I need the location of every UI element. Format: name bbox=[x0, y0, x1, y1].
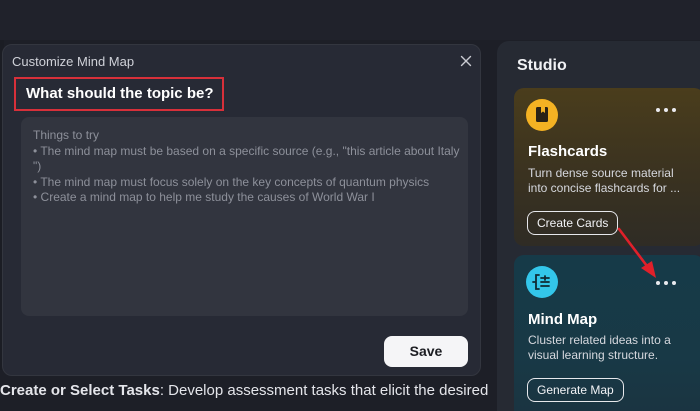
close-icon bbox=[460, 55, 472, 67]
flashcards-title: Flashcards bbox=[528, 143, 608, 160]
mind-map-icon bbox=[526, 266, 558, 298]
dialog-title: Customize Mind Map bbox=[12, 54, 135, 69]
background-text-rest: : Develop assessment tasks that elicit t… bbox=[159, 382, 489, 399]
placeholder-line: • Create a mind map to help me study the… bbox=[33, 190, 375, 204]
topic-question-label: What should the topic be? bbox=[26, 85, 214, 102]
close-button[interactable] bbox=[458, 53, 474, 69]
placeholder-line: ") bbox=[33, 159, 42, 173]
background-text-bold: Create or Select Tasks bbox=[0, 382, 160, 399]
placeholder-line: Things to try bbox=[33, 128, 100, 142]
studio-title: Studio bbox=[517, 57, 567, 74]
customize-mind-map-dialog: Customize Mind Map What should the topic… bbox=[2, 44, 481, 376]
flashcard-icon bbox=[526, 99, 558, 131]
placeholder-line: • The mind map must focus solely on the … bbox=[33, 174, 430, 189]
flashcards-description: Turn dense source material into concise … bbox=[528, 166, 681, 195]
topic-textarea[interactable]: Things to try • The mind map must be bas… bbox=[21, 117, 468, 316]
mind-map-title: Mind Map bbox=[528, 311, 598, 328]
save-button[interactable]: Save bbox=[384, 336, 468, 367]
studio-panel: Studio Flashcards Turn dense source mate… bbox=[497, 41, 700, 411]
highlight-box: What should the topic be? bbox=[14, 77, 224, 111]
placeholder-line: • The mind map must be based on a specif… bbox=[33, 143, 460, 158]
create-cards-button[interactable]: Create Cards bbox=[527, 211, 619, 235]
background-document-text: Create or Select Tasks: Develop assessme… bbox=[0, 382, 500, 399]
top-bar bbox=[0, 0, 700, 40]
flashcards-more-button[interactable] bbox=[656, 104, 678, 116]
flashcards-card[interactable]: Flashcards Turn dense source material in… bbox=[514, 88, 700, 246]
mind-map-more-button[interactable] bbox=[656, 277, 678, 289]
mind-map-card[interactable]: Mind Map Cluster related ideas into a vi… bbox=[514, 255, 700, 411]
mind-map-description: Cluster related ideas into a visual lear… bbox=[528, 333, 671, 362]
generate-map-button[interactable]: Generate Map bbox=[527, 378, 624, 402]
